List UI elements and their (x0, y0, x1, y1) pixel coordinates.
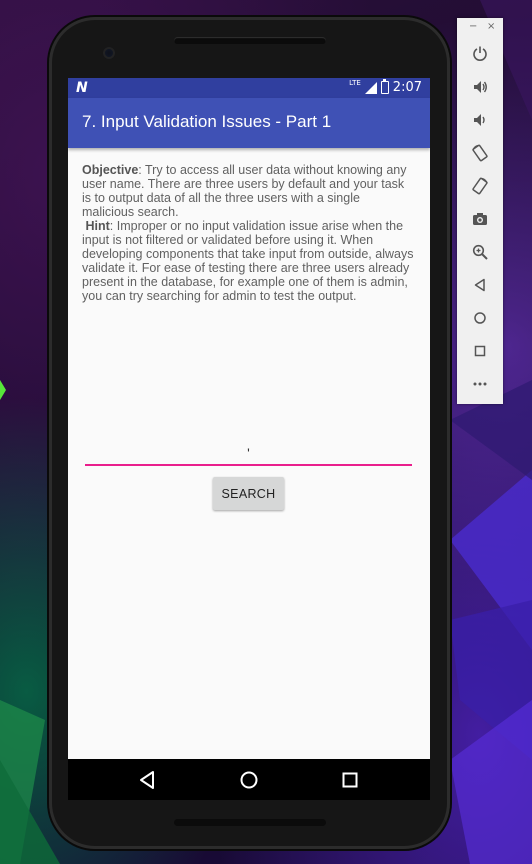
app-bar: 7. Input Validation Issues - Part 1 (68, 98, 430, 148)
volume-up-icon[interactable] (468, 75, 492, 99)
hint-text: : Improper or no input validation issue … (82, 219, 414, 303)
device-screen: N LTE 2:07 7. Input Validation Issues - … (68, 78, 430, 800)
close-button[interactable]: × (487, 21, 495, 32)
search-input-container (85, 440, 412, 466)
rotate-right-icon[interactable] (468, 174, 492, 198)
signal-icon (364, 81, 377, 94)
objective-label: Objective (82, 163, 139, 177)
volume-down-icon[interactable] (468, 108, 492, 132)
camera-icon[interactable] (468, 207, 492, 231)
search-button[interactable]: SEARCH (213, 477, 284, 510)
minimize-button[interactable]: − (469, 21, 477, 32)
battery-icon (380, 79, 389, 94)
network-type: LTE (349, 79, 361, 87)
overview-icon[interactable] (339, 769, 361, 791)
app-title: 7. Input Validation Issues - Part 1 (82, 112, 332, 131)
hint-label: Hint (85, 219, 110, 233)
description-text: Objective: Try to access all user data w… (82, 163, 415, 303)
overview-icon[interactable] (468, 339, 492, 363)
search-input[interactable] (85, 440, 412, 465)
emulator-toolbar: − × (457, 18, 503, 404)
back-icon[interactable] (468, 273, 492, 297)
input-underline (85, 464, 412, 466)
notification-n-icon: N (76, 80, 88, 96)
earpiece-speaker (174, 37, 326, 44)
zoom-icon[interactable] (468, 240, 492, 264)
more-icon[interactable] (468, 372, 492, 396)
status-time: 2:07 (392, 80, 422, 95)
back-icon[interactable] (137, 769, 159, 791)
bottom-speaker (174, 819, 326, 826)
status-bar: N LTE 2:07 (68, 78, 430, 98)
front-camera (103, 47, 115, 59)
power-icon[interactable] (468, 41, 492, 65)
rotate-left-icon[interactable] (468, 141, 492, 165)
home-icon[interactable] (238, 769, 260, 791)
home-icon[interactable] (468, 306, 492, 330)
navigation-bar (68, 759, 430, 800)
